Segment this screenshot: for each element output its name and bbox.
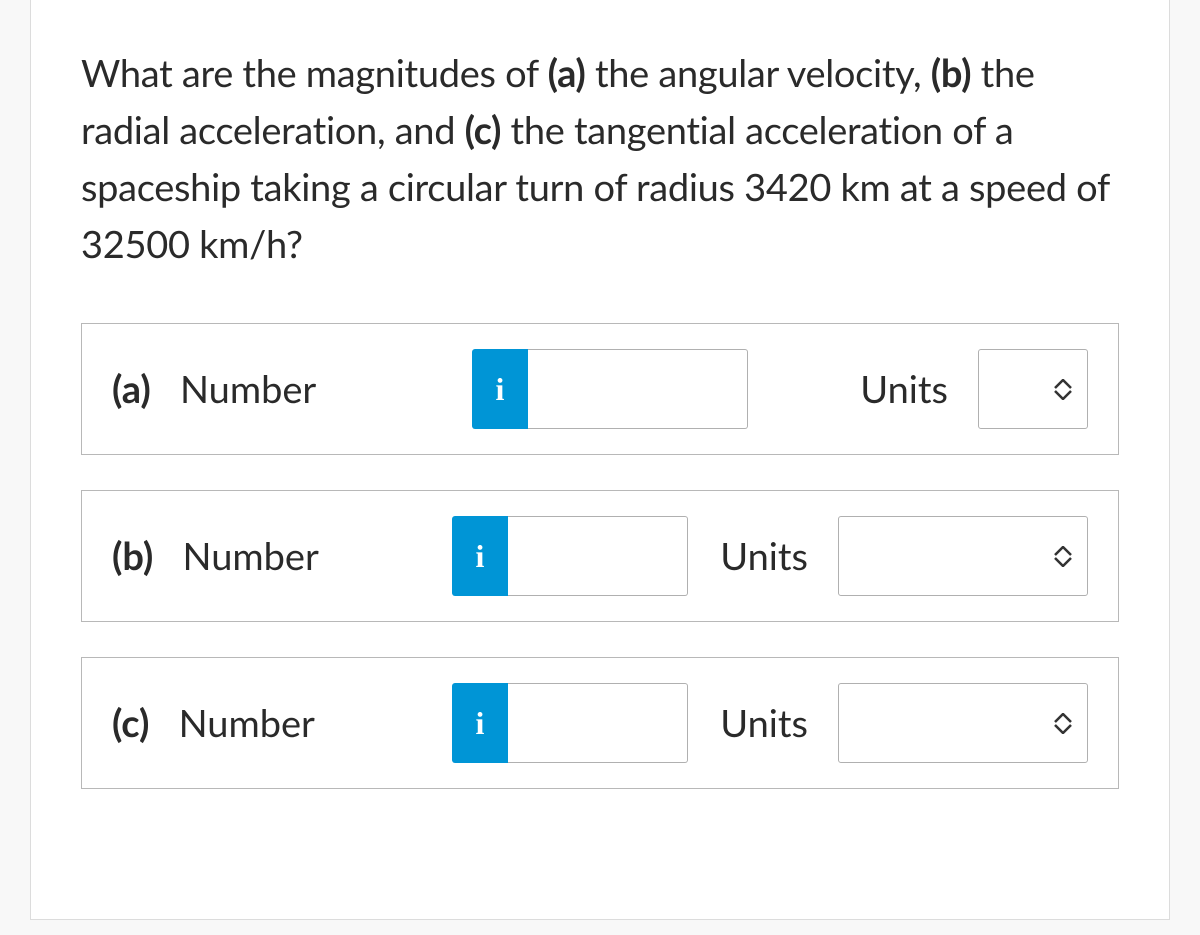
units-label-c: Units [720, 700, 808, 746]
units-label-a: Units [860, 366, 948, 412]
answer-row-a: (a) Number i Units [81, 323, 1119, 455]
info-icon: i [496, 371, 505, 408]
part-a-number-label: Number [151, 366, 316, 412]
question-part-c-label: (c) [465, 107, 502, 153]
number-input-b[interactable] [508, 516, 688, 596]
units-select-wrap-b [838, 516, 1088, 596]
part-a-bold: (a) [112, 366, 151, 412]
units-select-a[interactable] [978, 349, 1088, 429]
part-a-label: (a) Number [112, 366, 392, 412]
question-part-a-label: (a) [548, 50, 586, 96]
question-container: What are the magnitudes of (a) the angul… [30, 0, 1170, 920]
number-input-a[interactable] [528, 349, 748, 429]
hint-button-a[interactable]: i [472, 349, 528, 429]
units-select-b[interactable] [838, 516, 1088, 596]
part-b-number-label: Number [153, 533, 318, 579]
hint-button-b[interactable]: i [452, 516, 508, 596]
units-select-c[interactable] [838, 683, 1088, 763]
question-text: What are the magnitudes of (a) the angul… [81, 45, 1119, 273]
info-icon: i [476, 705, 485, 742]
part-b-label: (b) Number [112, 533, 402, 579]
hint-button-c[interactable]: i [452, 683, 508, 763]
part-c-bold: (c) [112, 700, 149, 746]
question-part-a-text: the angular velocity, [586, 50, 931, 96]
units-select-wrap-a [978, 349, 1088, 429]
part-b-bold: (b) [112, 533, 153, 579]
answer-row-c: (c) Number i Units [81, 657, 1119, 789]
part-c-label: (c) Number [112, 700, 402, 746]
question-part-b-label: (b) [931, 50, 971, 96]
info-icon: i [476, 538, 485, 575]
question-prefix: What are the magnitudes of [81, 50, 548, 96]
units-label-b: Units [720, 533, 808, 579]
units-select-wrap-c [838, 683, 1088, 763]
part-c-number-label: Number [149, 700, 314, 746]
answer-row-b: (b) Number i Units [81, 490, 1119, 622]
number-input-c[interactable] [508, 683, 688, 763]
